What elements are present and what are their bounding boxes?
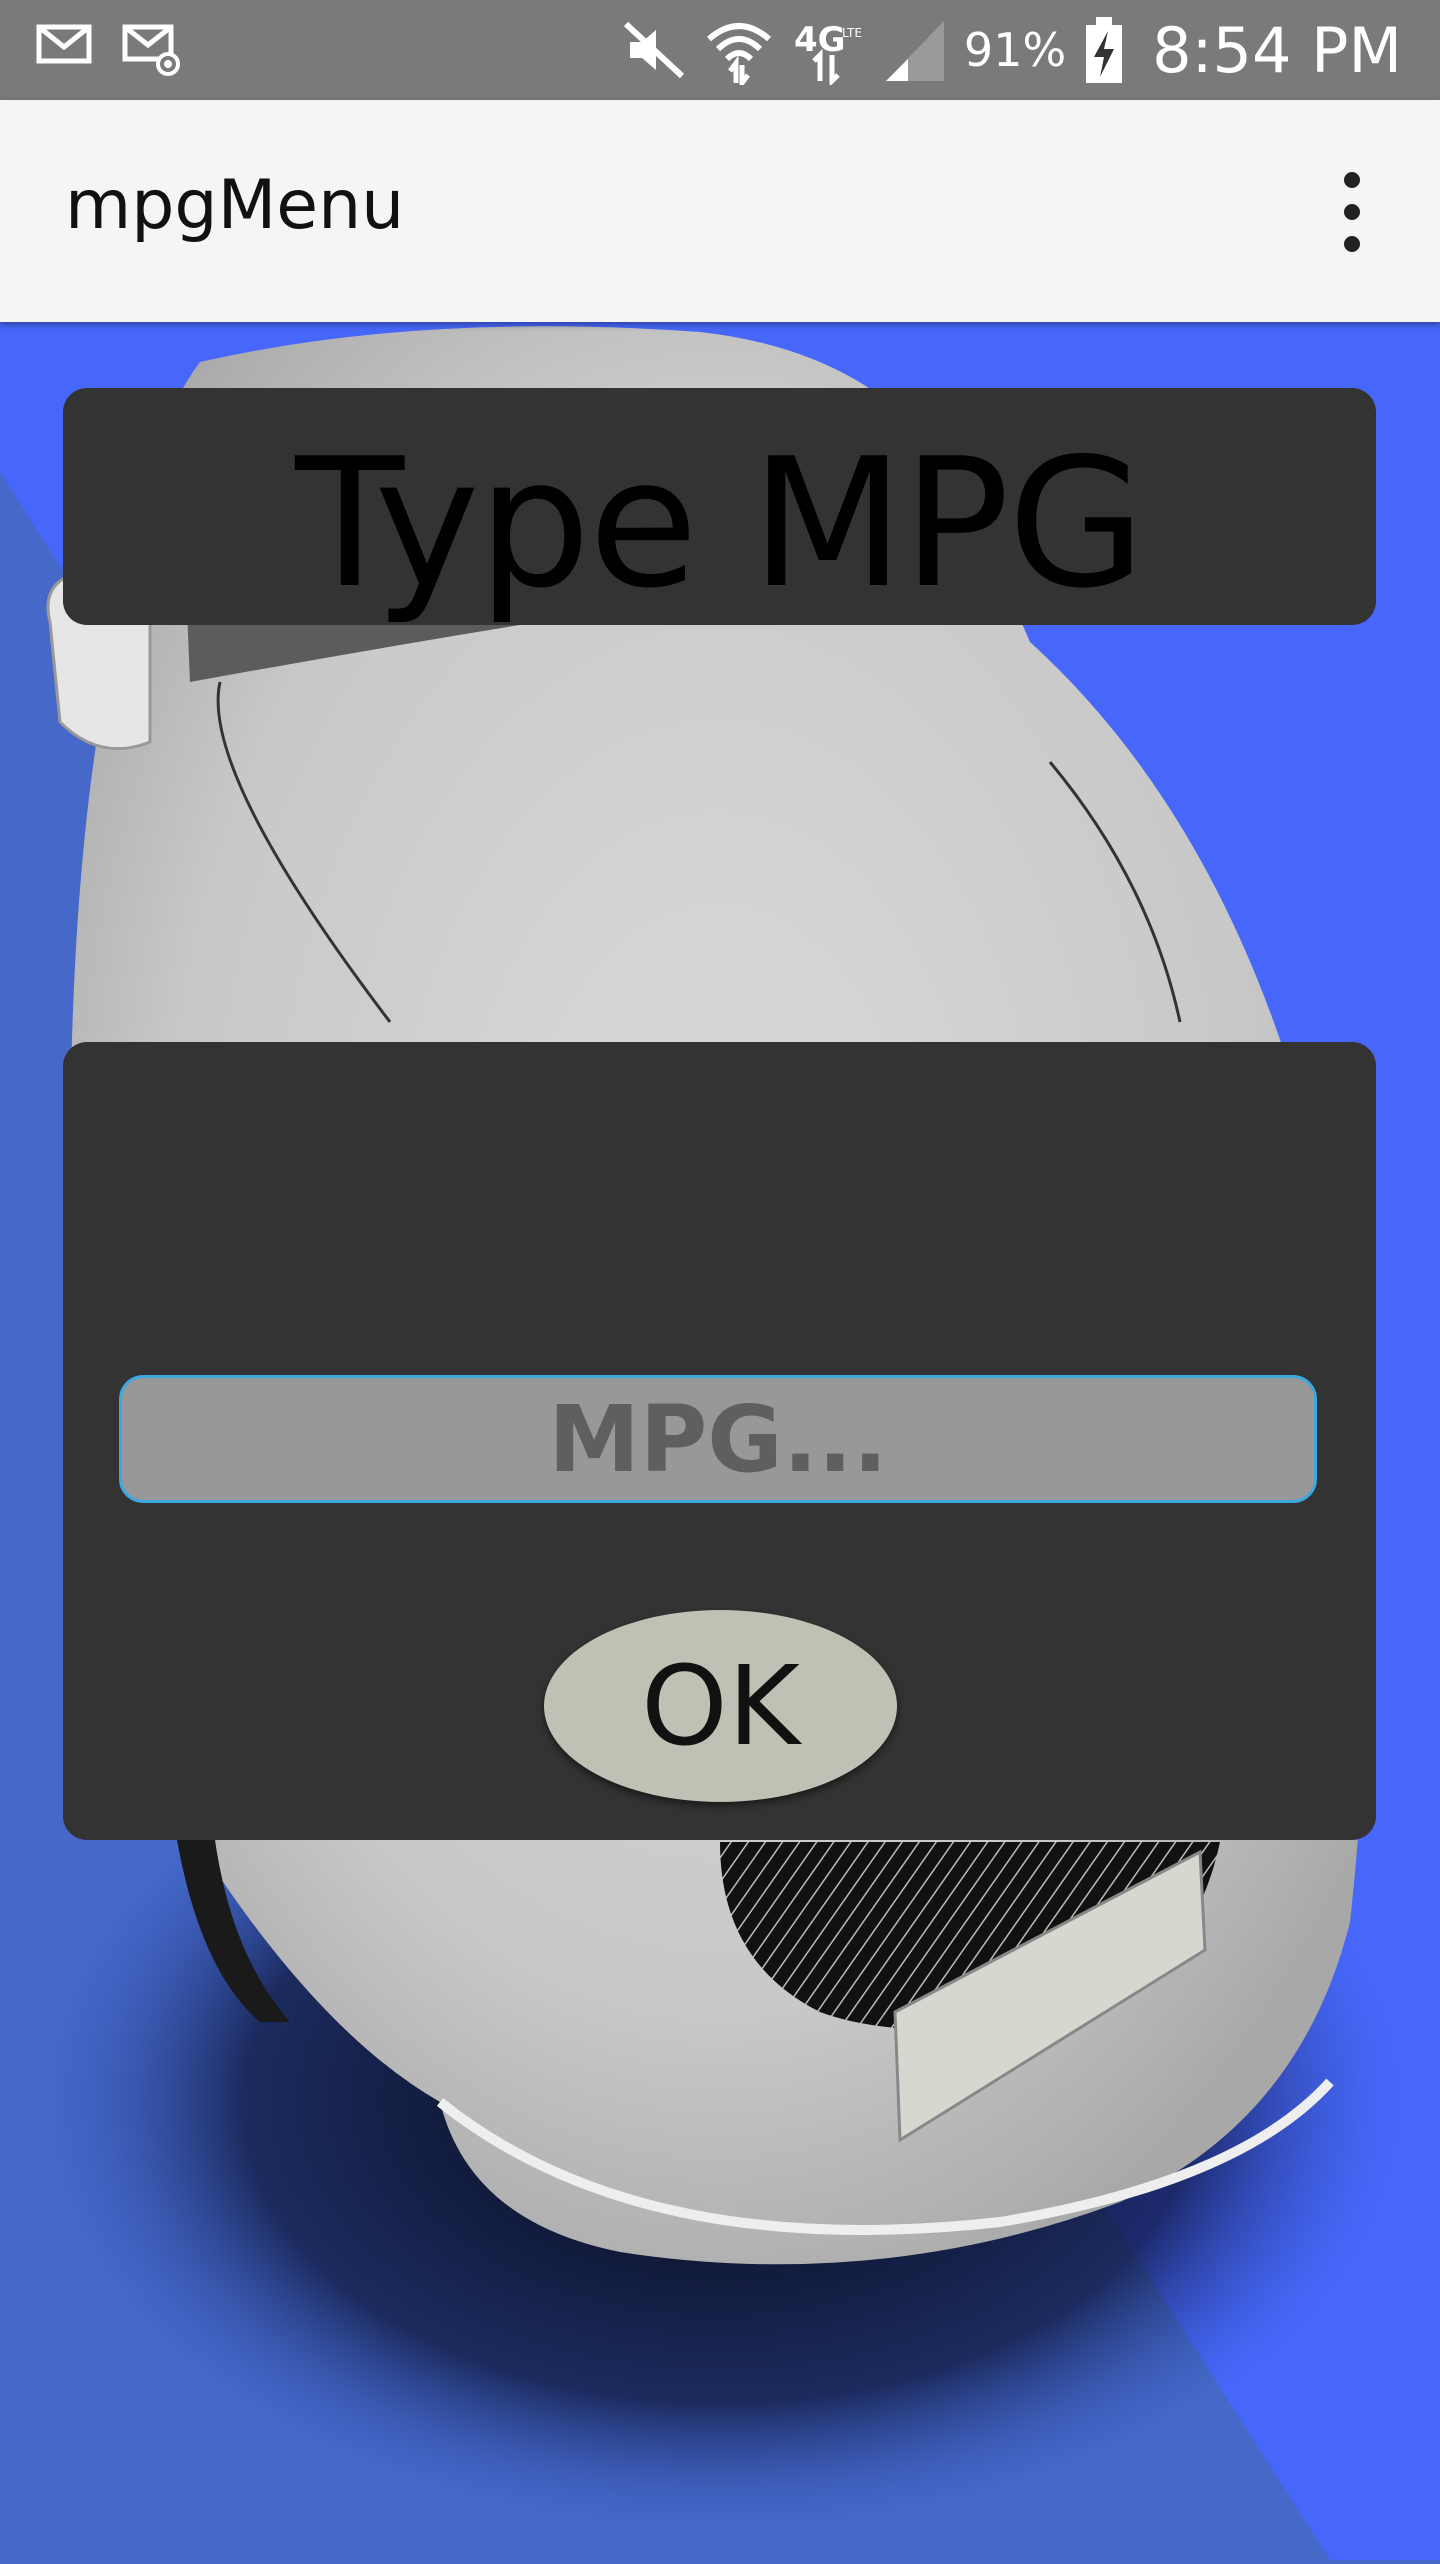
app-title: mpgMenu [65, 166, 405, 245]
signal-icon [882, 17, 946, 83]
ok-button[interactable]: OK [544, 1610, 897, 1802]
page-title: Type MPG [295, 419, 1145, 627]
battery-charging-icon [1084, 15, 1124, 85]
notification-icons [36, 22, 182, 78]
title-panel: Type MPG [63, 388, 1376, 625]
svg-text:LTE: LTE [842, 26, 862, 40]
system-status: 4G LTE 91% 8:54 PM [622, 8, 1402, 92]
mpg-input[interactable] [119, 1375, 1317, 1503]
status-bar: 4G LTE 91% 8:54 PM [0, 0, 1440, 100]
mail-icon [36, 22, 92, 78]
overflow-menu-icon[interactable] [1322, 172, 1382, 252]
wifi-icon [704, 15, 774, 85]
clock: 8:54 PM [1152, 13, 1402, 87]
mute-icon [622, 20, 686, 80]
mpg-input-panel: OK [63, 1042, 1376, 1840]
network-4g-lte-icon: 4G LTE [792, 15, 864, 85]
battery-percent: 91% [963, 23, 1067, 77]
email-at-icon [122, 22, 182, 78]
